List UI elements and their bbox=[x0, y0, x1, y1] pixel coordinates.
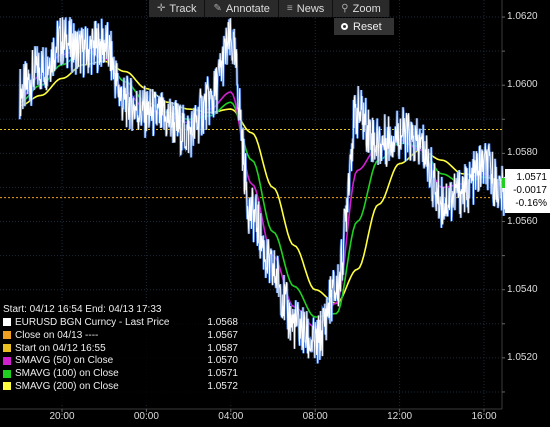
legend-value: 1.0567 bbox=[207, 329, 238, 341]
legend-swatch bbox=[3, 343, 11, 352]
legend-label: SMAVG (100) on Close bbox=[15, 368, 119, 380]
track-button[interactable]: ✛ Track bbox=[149, 0, 206, 17]
news-label: News bbox=[296, 2, 325, 15]
zoom-button[interactable]: ⚲ Zoom bbox=[333, 0, 390, 17]
last-value-tag: 1.0571 -0.0017 -0.16% bbox=[505, 169, 550, 213]
y-tick-label: 1.0620 bbox=[507, 11, 538, 23]
y-tick-label: 1.0540 bbox=[507, 283, 538, 295]
legend-swatch bbox=[3, 318, 11, 327]
net-change: -0.0017 bbox=[513, 185, 547, 196]
y-tick-label: 1.0520 bbox=[507, 351, 538, 363]
percent-change: -0.16% bbox=[515, 198, 547, 209]
annotate-button[interactable]: ✎ Annotate bbox=[205, 0, 279, 17]
annotate-label: Annotate bbox=[225, 2, 270, 15]
x-tick-label: 20:00 bbox=[49, 411, 75, 422]
x-tick-label: 04:00 bbox=[218, 411, 244, 422]
zoom-label: Zoom bbox=[352, 2, 381, 15]
y-tick-label: 1.0580 bbox=[507, 147, 538, 159]
y-tick-label: 1.0560 bbox=[507, 215, 538, 227]
track-label: Track bbox=[169, 2, 197, 15]
x-tick-label: 12:00 bbox=[387, 411, 413, 422]
legend-label: EURUSD BGN Curncy - Last Price bbox=[15, 316, 170, 328]
crosshair-icon: ✛ bbox=[157, 3, 166, 14]
legend-row[interactable]: SMAVG (50) on Close 1.0570 bbox=[0, 354, 241, 367]
legend-swatch bbox=[3, 356, 11, 365]
legend-swatch bbox=[3, 369, 11, 378]
x-tick-label: 08:00 bbox=[302, 411, 328, 422]
legend-row[interactable]: SMAVG (200) on Close 1.0572 bbox=[0, 380, 241, 393]
y-tick-label: 1.0600 bbox=[507, 79, 538, 91]
reset-button[interactable]: Reset bbox=[334, 18, 394, 35]
legend-value: 1.0587 bbox=[207, 342, 238, 354]
legend-row[interactable]: EURUSD BGN Curncy - Last Price 1.0568 bbox=[0, 316, 241, 329]
legend-row[interactable]: SMAVG (100) on Close 1.0571 bbox=[0, 367, 241, 380]
x-tick-label: 00:00 bbox=[133, 411, 159, 422]
legend-value: 1.0570 bbox=[207, 355, 238, 367]
legend-value: 1.0568 bbox=[207, 316, 238, 328]
radio-dot-icon bbox=[341, 23, 348, 30]
legend-value: 1.0571 bbox=[207, 368, 238, 380]
reset-label: Reset bbox=[353, 20, 382, 33]
legend-swatch bbox=[3, 382, 11, 391]
legend-rows: EURUSD BGN Curncy - Last Price 1.0568 Clos… bbox=[0, 316, 241, 393]
legend-swatch bbox=[3, 331, 11, 340]
legend-row[interactable]: Close on 04/13 ---- 1.0567 bbox=[0, 329, 241, 342]
last-price: 1.0571 bbox=[516, 172, 547, 183]
list-icon: ≡ bbox=[286, 3, 293, 14]
chart-legend: Start: 04/12 16:54 End: 04/13 17:33 EURU… bbox=[0, 301, 241, 405]
legend-label: SMAVG (50) on Close bbox=[15, 355, 114, 367]
news-button[interactable]: ≡ News bbox=[278, 0, 334, 17]
chart-toolbar: ✛ Track ✎ Annotate ≡ News ⚲ Zoom bbox=[149, 0, 390, 17]
legend-label: Close on 04/13 ---- bbox=[15, 329, 99, 341]
x-tick-label: 16:00 bbox=[471, 411, 497, 422]
legend-label: Start on 04/12 16:55 bbox=[15, 342, 106, 354]
magnifier-icon: ⚲ bbox=[341, 3, 349, 14]
pencil-icon: ✎ bbox=[213, 3, 222, 14]
legend-row[interactable]: Start on 04/12 16:55 1.0587 bbox=[0, 342, 241, 355]
legend-value: 1.0572 bbox=[207, 380, 238, 392]
legend-label: SMAVG (200) on Close bbox=[15, 380, 119, 392]
legend-header: Start: 04/12 16:54 End: 04/13 17:33 bbox=[3, 304, 162, 315]
